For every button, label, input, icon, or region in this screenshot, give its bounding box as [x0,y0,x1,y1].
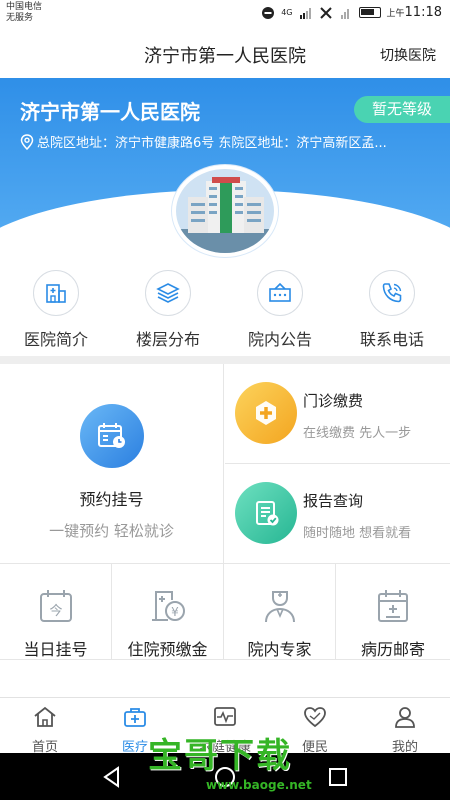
grid-item-today-register[interactable]: 今 当日挂号 [0,564,112,660]
plus-cross-icon [256,401,276,425]
calendar-clock-icon [97,423,125,448]
payment-icon-circle [235,382,297,444]
quick-label: 联系电话 [359,330,424,349]
quick-circle [33,270,79,316]
appointment-icon-circle [79,404,144,468]
clock: 上午11:18 [386,5,442,20]
appointment-title: 预约挂号 [79,490,144,509]
tab-convenience[interactable]: 便民 [270,704,360,755]
recent-apps-icon[interactable] [326,765,350,789]
switch-hospital-button[interactable]: 切换医院 [380,45,436,65]
heartbeat-icon [214,707,236,726]
home-icon [34,706,56,727]
appointment-card[interactable]: 预约挂号 一键预约 轻松就诊 [0,364,224,564]
quick-item-intro[interactable]: 医院简介 [0,270,112,350]
report-subtitle: 随时随地 想看就看 [303,526,412,541]
notice-box-icon [269,282,291,302]
appointment-subtitle: 一键预约 轻松就诊 [49,522,174,540]
system-nav-bar [0,753,450,800]
quick-item-floors[interactable]: 楼层分布 [112,270,224,350]
banner-hospital-name: 济宁市第一人民医院 [20,100,200,124]
status-bar: 中国电信 无服务 4G 上午11:18 [0,0,450,30]
quick-circle [145,270,191,316]
hospital-building-icon [46,284,66,303]
bottom-tab-bar: 首页 医疗 家庭健康 便民 我的 [0,697,450,755]
quick-label: 楼层分布 [135,330,200,349]
medical-kit-icon [124,708,146,727]
grid-item-record-mail[interactable]: 病历邮寄 [336,564,450,660]
home-circle-icon[interactable] [213,765,237,789]
battery-icon [358,7,381,18]
deposit-icon: ¥ [151,591,185,621]
carrier-info: 中国电信 无服务 [6,2,42,24]
report-check-icon [256,501,279,526]
grid-item-deposit[interactable]: ¥ 住院预缴金 [112,564,224,660]
app-header: 济宁市第一人民医院 切换医院 [0,30,450,78]
report-card[interactable]: 报告查询 随时随地 想看就看 [225,464,450,564]
user-icon [395,707,415,728]
report-title: 报告查询 [303,492,364,510]
calendar-today-icon: 今 [39,590,72,622]
hospital-building-image [176,169,274,253]
carrier-status: 无服务 [6,13,34,23]
phone-icon [382,283,402,303]
grid-label: 院内专家 [247,640,312,659]
carrier-name: 中国电信 [6,2,43,12]
payment-title: 门诊缴费 [303,392,364,410]
grid-label: 病历邮寄 [360,640,425,659]
payment-subtitle: 在线缴费 先人一步 [303,426,412,441]
svg-text:¥: ¥ [171,605,179,619]
grid-item-experts[interactable]: 院内专家 [224,564,336,660]
quick-item-phone[interactable]: 联系电话 [336,270,448,350]
payment-card[interactable]: 门诊缴费 在线缴费 先人一步 [225,364,450,464]
section-divider [0,356,450,364]
quick-item-notice[interactable]: 院内公告 [224,270,336,350]
grade-badge: 暂无等级 [354,96,450,123]
tab-medical[interactable]: 医疗 [90,704,180,755]
do-not-disturb-icon [262,6,275,19]
layers-icon [156,283,180,303]
feature-section: 预约挂号 一键预约 轻松就诊 门诊缴费 在线缴费 先人一步 报告查询 随时随地 … [0,364,450,564]
location-pin-icon [20,133,34,150]
tab-family-health[interactable]: 家庭健康 [180,704,270,755]
medical-record-icon [378,590,408,622]
tab-home[interactable]: 首页 [0,704,90,755]
svg-text:今: 今 [49,603,62,619]
grid-label: 住院预缴金 [127,640,208,659]
grid-label: 当日挂号 [23,640,88,659]
signal-bars-icon [340,8,349,19]
address-text: 总院区地址：济宁市健康路6号 东院区地址：济宁高新区孟... [37,136,387,151]
quick-circle [369,270,415,316]
signal-icon [299,7,311,19]
address-row[interactable]: 总院区地址：济宁市健康路6号 东院区地址：济宁高新区孟... [20,132,440,151]
quick-menu: 医院简介 楼层分布 院内公告 联系电话 [0,270,450,356]
back-icon[interactable] [100,765,124,789]
quick-circle [257,270,303,316]
quick-label: 医院简介 [23,330,88,349]
no-signal-icon [319,6,332,19]
hospital-photo [172,165,278,257]
status-icons: 4G 上午11:18 [261,5,442,20]
report-icon-circle [235,482,297,544]
service-grid: 今 当日挂号 ¥ 住院预缴金 院内专家 病历邮寄 [0,564,450,660]
network-type: 4G [281,8,293,17]
doctor-icon [264,591,295,623]
quick-label: 院内公告 [247,330,312,349]
heart-hands-icon [304,707,326,728]
tab-profile[interactable]: 我的 [360,704,450,755]
